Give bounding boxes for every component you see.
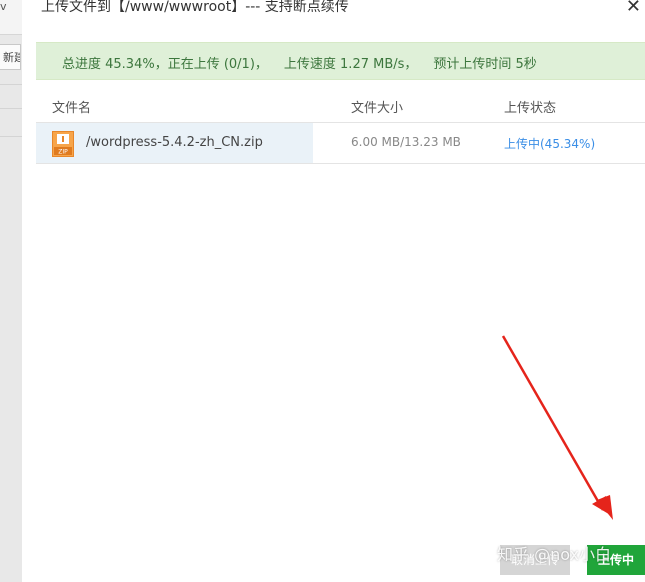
header-upload-status: 上传状态	[504, 101, 557, 116]
background-divider	[0, 84, 22, 85]
upload-progress-summary: 总进度 45.34%，正在上传 (0/1)， 上传速度 1.27 MB/s， 预计上…	[36, 42, 645, 80]
table-row[interactable]: ZIP /wordpress-5.4.2-zh_CN.zip 6.00 MB/1…	[36, 123, 645, 164]
background-header-text: v	[0, 0, 7, 13]
background-app-panel	[0, 0, 23, 582]
upload-speed-text: 上传速度 1.27 MB/s，	[283, 57, 418, 72]
file-table-header: 文件名 文件大小 上传状态	[36, 88, 645, 123]
eta-text: 预计上传时间 5秒	[433, 57, 537, 72]
header-file-name: 文件名	[52, 101, 92, 116]
upload-dialog: 上传文件到【/www/wwwroot】--- 支持断点续传 ✕ 总进度 45.3…	[22, 0, 645, 582]
file-size: 6.00 MB/13.23 MB	[351, 135, 461, 149]
dialog-title: 上传文件到【/www/wwwroot】--- 支持断点续传	[41, 0, 349, 15]
background-app-header: v	[0, 0, 22, 35]
close-icon[interactable]: ✕	[626, 0, 641, 17]
background-divider	[0, 136, 22, 137]
progress-text: 总进度 45.34%，正在上传 (0/1)， 上传速度 1.27 MB/s， 预计上…	[62, 53, 553, 72]
background-new-button[interactable]: 新建	[0, 44, 21, 70]
file-name: /wordpress-5.4.2-zh_CN.zip	[86, 135, 263, 150]
watermark-text: 知乎 @nox小白	[497, 545, 611, 564]
zip-file-icon: ZIP	[52, 131, 74, 157]
header-file-size: 文件大小	[351, 101, 404, 116]
upload-status: 上传中(45.34%)	[504, 137, 596, 151]
total-progress-text: 总进度 45.34%，正在上传 (0/1)，	[62, 57, 268, 72]
background-divider	[0, 108, 22, 109]
zip-label: ZIP	[58, 149, 68, 156]
